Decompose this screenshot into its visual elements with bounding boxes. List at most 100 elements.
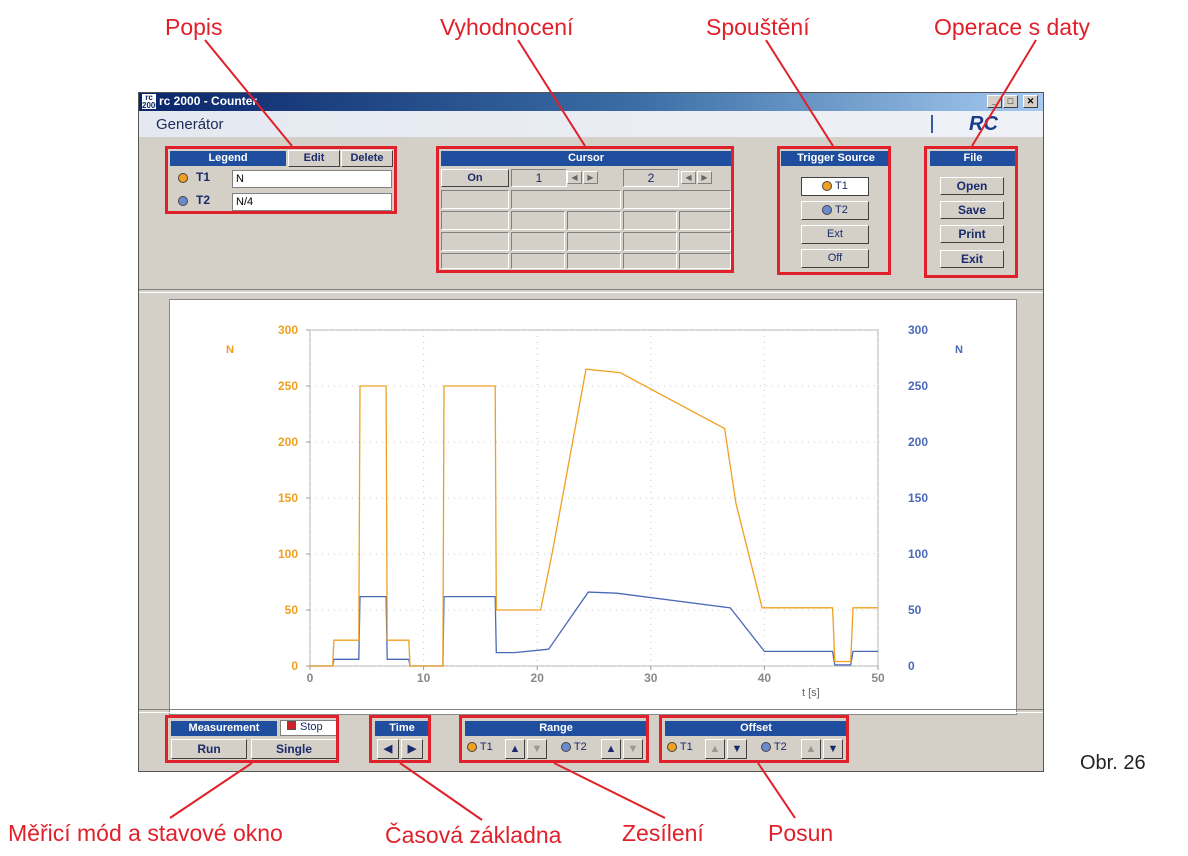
cursor-readout-cell bbox=[441, 211, 509, 230]
status-indicator: Stop bbox=[280, 720, 338, 736]
cursor-readout-cell bbox=[623, 211, 677, 230]
y-tick-label-right: 300 bbox=[908, 323, 928, 337]
range-t2-text: T2 bbox=[573, 741, 587, 753]
time-right-button[interactable]: ▶ bbox=[401, 739, 423, 759]
close-button[interactable]: ✕ bbox=[1023, 95, 1038, 108]
run-button[interactable]: Run bbox=[171, 739, 247, 759]
cursor-on-button[interactable]: On bbox=[441, 169, 509, 187]
x-axis-label: t [s] bbox=[802, 687, 820, 699]
trigger-ext-button[interactable]: Ext bbox=[801, 225, 869, 244]
single-button[interactable]: Single bbox=[251, 739, 337, 759]
range-t2-label: T2 bbox=[561, 741, 597, 753]
cursor-title: Cursor bbox=[441, 151, 731, 166]
y-tick-label-right: 150 bbox=[908, 491, 928, 505]
cursor-readout-cell bbox=[567, 253, 621, 269]
annotation-shift: Posun bbox=[768, 820, 834, 846]
offset-t1-up-button[interactable]: ▲ bbox=[705, 739, 725, 759]
y-tick-label-right: 250 bbox=[908, 379, 928, 393]
minimize-button[interactable]: _ bbox=[987, 95, 1002, 108]
trigger-t2-button[interactable]: T2 bbox=[801, 201, 869, 220]
x-tick-label: 10 bbox=[417, 671, 431, 685]
app-icon: rc 2000 bbox=[142, 93, 160, 110]
edit-button[interactable]: Edit bbox=[288, 150, 340, 167]
status-text: Stop bbox=[300, 721, 323, 733]
legend-row-t1[interactable]: T1 bbox=[170, 170, 230, 187]
y-tick-label-left: 0 bbox=[291, 659, 298, 673]
t1-color-icon bbox=[667, 742, 677, 753]
offset-t1-down-button[interactable]: ▼ bbox=[727, 739, 747, 759]
time-left-button[interactable]: ◀ bbox=[377, 739, 399, 759]
annotation-gain: Zesílení bbox=[622, 820, 704, 846]
offset-t2-text: T2 bbox=[773, 741, 787, 753]
page-title: Generátor bbox=[156, 116, 224, 133]
cursor-readout-cell bbox=[511, 253, 565, 269]
range-t2-down-button[interactable]: ▼ bbox=[623, 739, 643, 759]
measurement-title: Measurement bbox=[171, 721, 277, 736]
offset-t2-down-button[interactable]: ▼ bbox=[823, 739, 843, 759]
y-tick-label-left: 200 bbox=[278, 435, 298, 449]
open-button[interactable]: Open bbox=[940, 177, 1004, 195]
trigger-t1-button[interactable]: T1 bbox=[801, 177, 869, 196]
plot-frame bbox=[309, 329, 879, 667]
cursor2-left-icon[interactable]: ◀ bbox=[681, 171, 696, 184]
y-tick-label-right: 0 bbox=[908, 659, 915, 673]
exit-button[interactable]: Exit bbox=[940, 250, 1004, 268]
annotation-mode: Měřicí mód a stavové okno bbox=[8, 820, 283, 846]
save-button[interactable]: Save bbox=[940, 201, 1004, 219]
t2-color-icon bbox=[822, 205, 833, 216]
trigger-off-button[interactable]: Off bbox=[801, 249, 869, 268]
cursor-readout-cell bbox=[441, 253, 509, 269]
series-line-t1 bbox=[310, 368, 878, 667]
cursor-readout-cell bbox=[679, 211, 731, 230]
x-tick-label: 30 bbox=[644, 671, 658, 685]
range-t1-up-button[interactable]: ▲ bbox=[505, 739, 525, 759]
range-t1-text: T1 bbox=[479, 741, 493, 753]
cursor-readout-cell bbox=[623, 190, 731, 209]
plot-area[interactable]: N N t [s] 0 0 50 50 100 100 150 150 200 200 250 250… bbox=[169, 299, 1017, 715]
y-tick-label-left: 100 bbox=[278, 547, 298, 561]
offset-t2-up-button[interactable]: ▲ bbox=[801, 739, 821, 759]
legend-t2-field[interactable]: N/4 bbox=[232, 193, 392, 211]
legend-t1-name: T1 bbox=[196, 170, 211, 184]
trigger-t1-label: T1 bbox=[835, 180, 848, 192]
legend-t1-field[interactable]: N bbox=[232, 170, 392, 188]
rc-logo: RC bbox=[969, 113, 998, 135]
print-button[interactable]: Print bbox=[940, 225, 1004, 243]
offset-title: Offset bbox=[665, 721, 847, 736]
y-axis-label-right: N bbox=[955, 344, 963, 356]
title-bar[interactable]: rc 2000 rc 2000 - Counter _ □ ✕ bbox=[139, 93, 1043, 111]
t2-color-icon bbox=[761, 742, 771, 753]
cursor-readout-cell bbox=[511, 211, 565, 230]
cursor1-value: 1 bbox=[511, 169, 567, 187]
stop-icon bbox=[287, 721, 296, 730]
cursor1-right-icon[interactable]: ▶ bbox=[583, 171, 598, 184]
cursor2-label: 2 bbox=[647, 171, 655, 185]
plot-divider bbox=[139, 289, 1043, 293]
x-tick-label: 50 bbox=[871, 671, 885, 685]
offset-t1-text: T1 bbox=[679, 741, 693, 753]
app-header: Generátor RC bbox=[139, 111, 1043, 137]
delete-button[interactable]: Delete bbox=[341, 150, 393, 167]
t1-color-icon bbox=[178, 172, 188, 183]
trigger-title: Trigger Source bbox=[781, 151, 891, 166]
y-axis-label-left: N bbox=[226, 344, 234, 356]
app-window: rc 2000 rc 2000 - Counter _ □ ✕ Generáto… bbox=[138, 92, 1044, 772]
range-t1-down-button[interactable]: ▼ bbox=[527, 739, 547, 759]
cursor1-left-icon[interactable]: ◀ bbox=[567, 171, 582, 184]
cursor-readout-cell bbox=[511, 190, 621, 209]
cursor2-right-icon[interactable]: ▶ bbox=[697, 171, 712, 184]
figure-caption: Obr. 26 bbox=[1080, 752, 1146, 774]
maximize-button[interactable]: □ bbox=[1003, 95, 1018, 108]
legend-row-t2[interactable]: T2 bbox=[170, 193, 230, 210]
legend-t2-name: T2 bbox=[196, 193, 211, 207]
file-title: File bbox=[930, 151, 1016, 166]
cursor-readout-cell bbox=[679, 253, 731, 269]
cursor-readout-cell bbox=[623, 253, 677, 269]
cursor-readout-cell bbox=[441, 232, 509, 251]
header-divider bbox=[931, 115, 933, 133]
series-line-t2 bbox=[310, 591, 878, 667]
range-t2-up-button[interactable]: ▲ bbox=[601, 739, 621, 759]
time-title: Time bbox=[375, 721, 429, 736]
chart: N N t [s] 0 050 50100 100150 150200 200250 250… bbox=[226, 323, 963, 699]
annotation-spousteni: Spouštění bbox=[706, 14, 810, 40]
